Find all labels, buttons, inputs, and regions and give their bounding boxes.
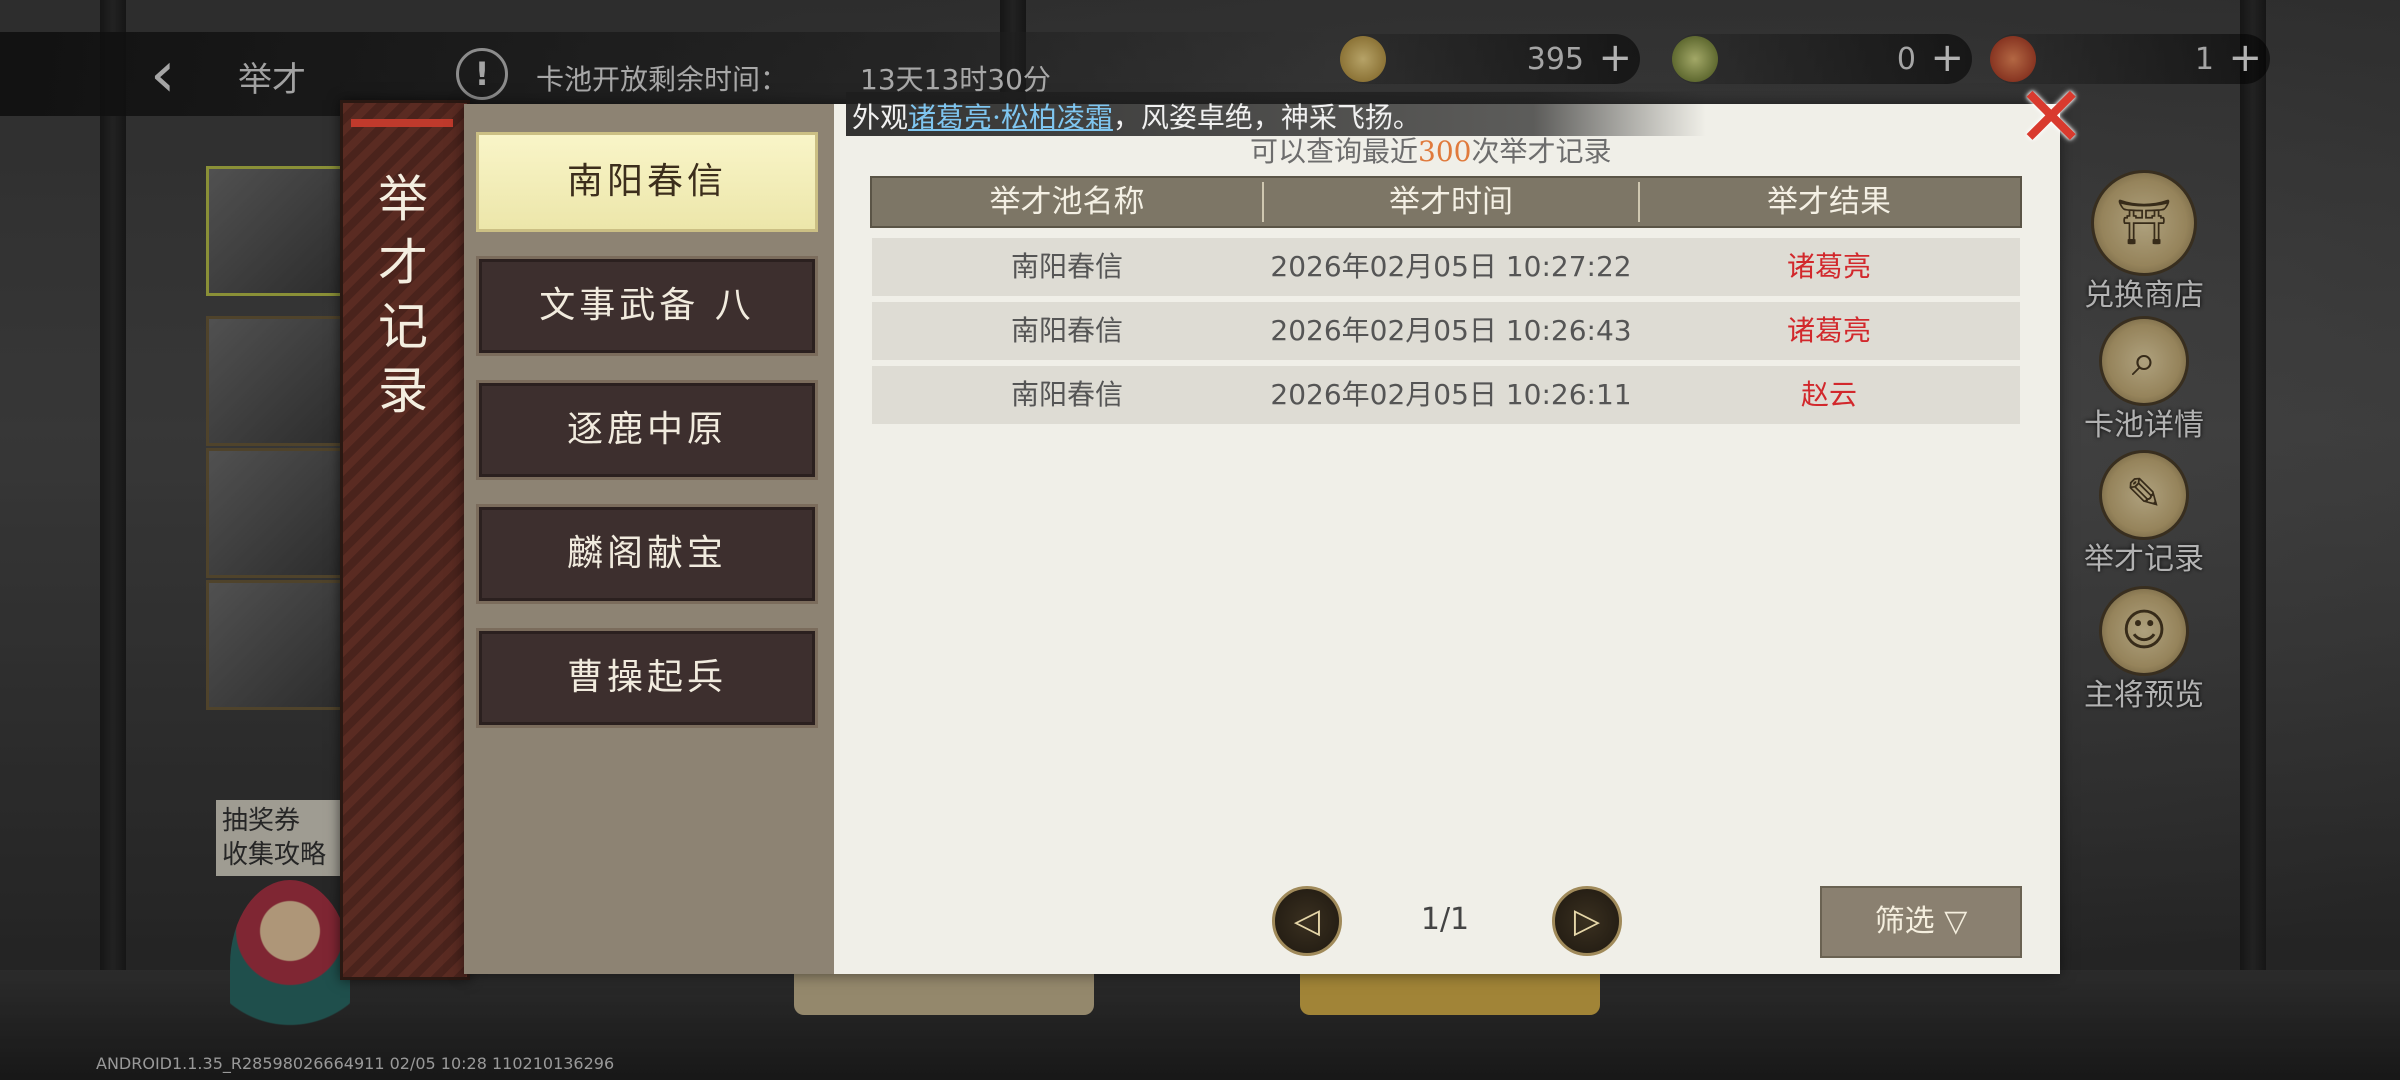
modal-title: 举才记录 <box>378 170 428 420</box>
arrow-right-icon: ▷ <box>1573 901 1601 941</box>
table-row: 南阳春信 2026年02月05日 10:27:22 诸葛亮 <box>872 238 2020 296</box>
cell-pool: 南阳春信 <box>1010 314 1123 347</box>
column-header-pool: 举才池名称 <box>989 184 1145 220</box>
tab-zhulu-zhongyuan[interactable]: 逐鹿中原 <box>476 380 818 480</box>
column-header-result: 举才结果 <box>1767 184 1891 220</box>
cell-time: 2026年02月05日 10:26:11 <box>1270 378 1632 411</box>
page-indicator: 1/1 <box>1420 902 1470 937</box>
cell-pool: 南阳春信 <box>1010 378 1123 411</box>
tab-linge-xianbao[interactable]: 麟阁献宝 <box>476 504 818 604</box>
column-header-time: 举才时间 <box>1389 184 1513 220</box>
hint-suffix: 次举才记录 <box>1471 135 1612 168</box>
table-row: 南阳春信 2026年02月05日 10:26:43 诸葛亮 <box>872 302 2020 360</box>
cell-time: 2026年02月05日 10:26:43 <box>1270 314 1632 347</box>
record-side-banner: 举才记录 <box>340 100 470 980</box>
tab-caocao-qibing[interactable]: 曹操起兵 <box>476 628 818 728</box>
table-header: 举才池名称 举才时间 举才结果 <box>870 176 2022 228</box>
cell-result: 诸葛亮 <box>1786 250 1871 283</box>
tab-wenshi-wubei[interactable]: 文事武备 八 <box>476 256 818 356</box>
cell-result: 赵云 <box>1800 378 1857 411</box>
cell-result: 诸葛亮 <box>1786 314 1871 347</box>
hint-prefix: 可以查询最近 <box>1250 135 1419 168</box>
close-icon[interactable]: ✕ <box>2016 75 2086 159</box>
record-content <box>834 104 2060 974</box>
cell-pool: 南阳春信 <box>1010 250 1123 283</box>
filter-label: 筛选 <box>1874 904 1935 939</box>
tab-nanyang-chunxin[interactable]: 南阳春信 <box>476 132 818 232</box>
hint-number: 300 <box>1418 135 1472 168</box>
cell-time: 2026年02月05日 10:27:22 <box>1270 250 1632 283</box>
announcement-prefix: 外观 <box>852 101 909 134</box>
record-limit-hint: 可以查询最近300次举才记录 <box>1250 130 1611 170</box>
table-row: 南阳春信 2026年02月05日 10:26:11 赵云 <box>872 366 2020 424</box>
banner-cap <box>351 119 453 127</box>
announcement-link[interactable]: 诸葛亮·松柏凌霜 <box>908 101 1113 134</box>
next-page-button[interactable]: ▷ <box>1552 886 1622 956</box>
filter-button[interactable]: 筛选 ▽ <box>1820 886 2022 958</box>
prev-page-button[interactable]: ◁ <box>1272 886 1342 956</box>
arrow-left-icon: ◁ <box>1293 901 1321 941</box>
funnel-icon: ▽ <box>1944 904 1968 939</box>
